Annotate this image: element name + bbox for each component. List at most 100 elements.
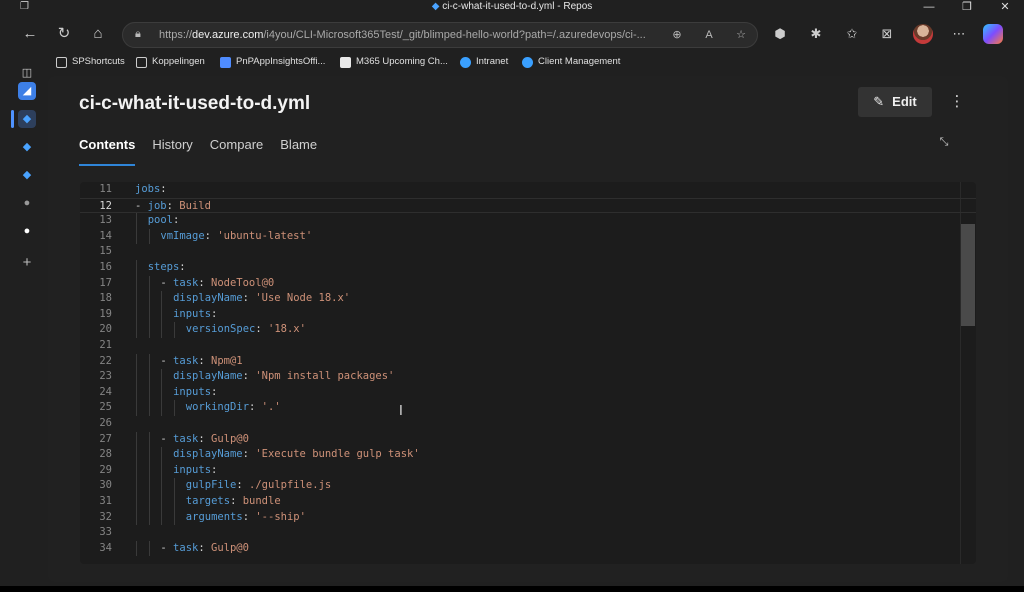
indent-guide xyxy=(161,447,163,463)
tab-repos-icon[interactable]: ◆ xyxy=(18,166,36,184)
code-line[interactable]: 17 - task: NodeTool@0 xyxy=(80,276,976,292)
address-bar[interactable]: 🔒︎ https://dev.azure.com/i4you/CLI-Micro… xyxy=(122,22,758,48)
code-line[interactable]: 14 vmImage: 'ubuntu-latest' xyxy=(80,229,976,245)
line-number: 16 xyxy=(99,261,112,273)
line-number: 31 xyxy=(99,495,112,507)
code-line[interactable]: 30 gulpFile: ./gulpfile.js xyxy=(80,478,976,494)
code-text[interactable]: steps: xyxy=(148,260,186,276)
code-line[interactable]: 24 inputs: xyxy=(80,385,976,401)
indent-guide xyxy=(136,384,137,401)
code-line[interactable]: 15 xyxy=(80,244,976,260)
code-line[interactable]: 32 arguments: '--ship' xyxy=(80,510,976,526)
tab-contents[interactable]: Contents xyxy=(79,136,136,166)
code-line[interactable]: 19 inputs: xyxy=(80,307,976,323)
back-icon[interactable]: ← xyxy=(20,24,40,44)
favorite-star-icon[interactable]: ☆ xyxy=(733,27,749,43)
file-title: ci-c-what-it-used-to-d.yml xyxy=(79,93,311,114)
code-text[interactable]: - task: NodeTool@0 xyxy=(160,276,274,292)
favorite-item[interactable]: SPShortcuts xyxy=(56,55,125,69)
code-line[interactable]: 29 inputs: xyxy=(80,463,976,479)
code-line[interactable]: 13 pool: xyxy=(80,213,976,229)
minimize-button[interactable]: — xyxy=(910,0,948,14)
code-text[interactable]: - task: Npm@1 xyxy=(160,354,242,370)
edit-button[interactable]: ✎ Edit xyxy=(858,87,932,117)
favorite-item[interactable]: Client Management xyxy=(522,55,620,69)
favorite-item[interactable]: Koppelingen xyxy=(136,55,205,69)
code-text[interactable]: jobs: xyxy=(135,182,167,198)
code-text[interactable]: - task: Gulp@0 xyxy=(160,432,249,448)
refresh-icon[interactable]: ↻ xyxy=(54,24,74,44)
code-line[interactable]: 25 workingDir: '.' xyxy=(80,400,976,416)
zoom-icon[interactable]: ⊕ xyxy=(669,27,685,43)
more-options-icon[interactable]: ⋯ xyxy=(949,24,969,44)
indent-guide xyxy=(148,291,150,307)
code-text[interactable]: inputs: xyxy=(173,307,217,323)
tab-actions-icon[interactable]: ◫ xyxy=(18,64,36,82)
code-line[interactable]: 11 jobs: xyxy=(80,182,976,198)
code-line[interactable]: 22 - task: Npm@1 xyxy=(80,354,976,370)
code-text[interactable]: vmImage: 'ubuntu-latest' xyxy=(160,229,312,245)
extensions-puzzle-icon[interactable]: ✱ xyxy=(806,24,826,44)
code-text[interactable]: inputs: xyxy=(173,385,217,401)
m365-icon xyxy=(340,56,351,68)
line-number: 30 xyxy=(99,479,112,492)
code-line[interactable]: 23 displayName: 'Npm install packages' xyxy=(80,369,976,385)
indent-guide xyxy=(136,369,137,385)
collapse-icon[interactable]: ⤡ xyxy=(936,136,952,152)
line-number: 23 xyxy=(99,370,112,383)
code-line[interactable]: 12 - job: Build xyxy=(80,197,976,215)
line-number: 19 xyxy=(99,307,112,320)
code-line[interactable]: 20 versionSpec: '18.x' xyxy=(80,322,976,338)
indent-guide xyxy=(148,478,150,494)
new-tab-icon[interactable]: + xyxy=(18,254,36,272)
tab-github-icon[interactable]: ● xyxy=(18,222,36,240)
favorite-item[interactable]: PnPAppInsightsOffi... xyxy=(220,55,325,69)
extension-hexagon-icon[interactable]: ⬢ xyxy=(770,24,790,44)
tab-repos-icon[interactable]: ◆ xyxy=(18,138,36,156)
tab-history[interactable]: History xyxy=(152,136,192,166)
collections-icon[interactable]: ⊠ xyxy=(877,24,897,44)
tab-repos-icon[interactable]: ◆ xyxy=(18,110,36,128)
code-text[interactable]: gulpFile: ./gulpfile.js xyxy=(186,478,331,494)
code-text[interactable]: displayName: 'Execute bundle gulp task' xyxy=(173,447,420,463)
code-text[interactable]: targets: bundle xyxy=(186,494,281,510)
code-text[interactable]: arguments: '--ship' xyxy=(186,510,306,526)
code-editor[interactable]: I 11 jobs: 12- job: Build 13 pool: 14 vmImage:… xyxy=(80,182,976,564)
home-icon[interactable]: ⌂ xyxy=(88,24,108,44)
code-line[interactable]: 16 steps: xyxy=(80,260,976,276)
code-text[interactable]: pool: xyxy=(148,213,180,229)
code-text[interactable]: displayName: 'Use Node 18.x' xyxy=(173,291,350,307)
favorite-item[interactable]: Intranet xyxy=(460,55,508,69)
code-text[interactable]: versionSpec: '18.x' xyxy=(186,322,306,338)
more-actions-icon[interactable]: ⋮ xyxy=(948,89,966,115)
lock-icon[interactable]: 🔒︎ xyxy=(135,28,149,42)
tab-blame[interactable]: Blame xyxy=(280,136,317,166)
code-text[interactable]: workingDir: '.' xyxy=(186,400,281,416)
file-viewer-panel: ci-c-what-it-used-to-d.yml ✎ Edit ⋮ Conte… xyxy=(48,76,1008,582)
code-line[interactable]: 33 xyxy=(80,525,976,541)
code-line[interactable]: 31 targets: bundle xyxy=(80,494,976,510)
code-text[interactable]: inputs: xyxy=(173,463,217,479)
code-line[interactable]: 34 - task: Gulp@0 xyxy=(80,541,976,557)
code-line[interactable]: 26 xyxy=(80,416,976,432)
code-line[interactable]: 27 - task: Gulp@0 xyxy=(80,432,976,448)
line-number: 17 xyxy=(99,276,112,289)
code-line[interactable]: 21 xyxy=(80,338,976,354)
profile-avatar[interactable] xyxy=(913,24,933,44)
url-text[interactable]: https://dev.azure.com/i4you/CLI-Microsof… xyxy=(159,23,659,47)
code-line[interactable]: 18 displayName: 'Use Node 18.x' xyxy=(80,291,976,307)
code-text[interactable]: - job: Build xyxy=(135,199,211,215)
code-text[interactable]: - task: Gulp@0 xyxy=(160,541,249,557)
favorite-item[interactable]: M365 Upcoming Ch... xyxy=(340,55,448,69)
tab-github-icon[interactable]: ● xyxy=(18,194,36,212)
tab-compare[interactable]: Compare xyxy=(210,136,263,166)
tab-azure-devops-icon[interactable]: ◢ xyxy=(18,82,36,100)
sharepoint-icon xyxy=(522,56,533,68)
copilot-icon[interactable] xyxy=(983,24,1003,44)
read-aloud-icon[interactable]: A xyxy=(701,27,717,43)
restore-button[interactable]: ❐ xyxy=(948,0,986,14)
close-button[interactable]: ✕ xyxy=(986,0,1024,14)
favorites-icon[interactable]: ✩ xyxy=(842,24,862,44)
code-text[interactable]: displayName: 'Npm install packages' xyxy=(173,369,394,385)
code-line[interactable]: 28 displayName: 'Execute bundle gulp task… xyxy=(80,447,976,463)
